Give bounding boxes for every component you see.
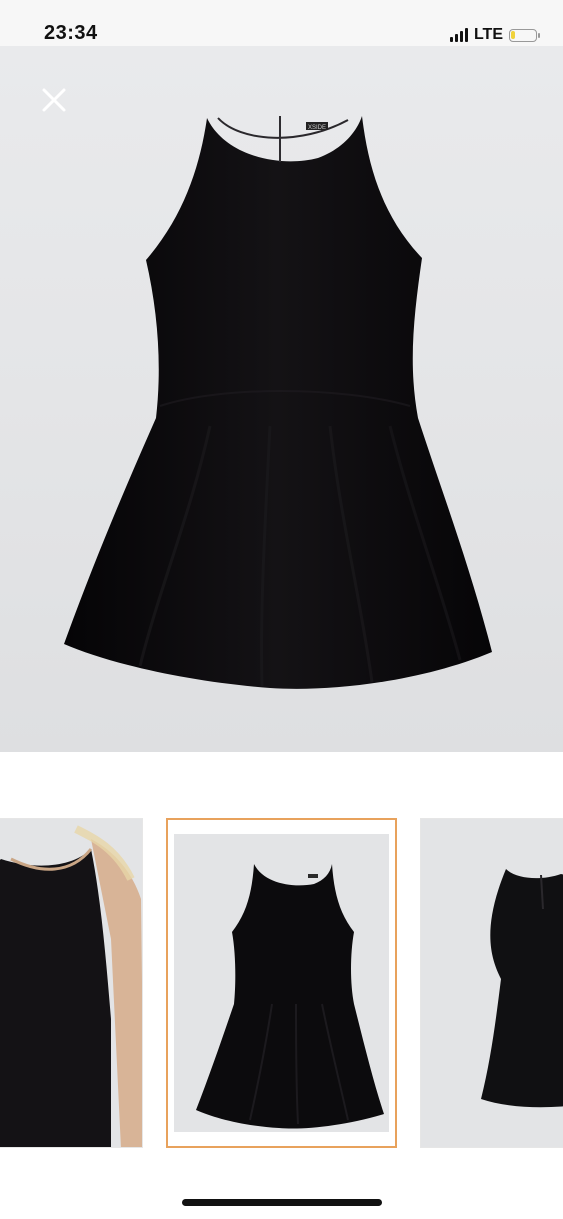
thumbnail-dress-back[interactable]	[420, 818, 563, 1148]
thumbnail-dress-front[interactable]	[166, 818, 397, 1148]
thumbnail-model[interactable]	[0, 818, 143, 1148]
home-indicator[interactable]	[182, 1199, 382, 1206]
product-main-image[interactable]: XSIDE	[0, 46, 563, 752]
close-icon	[42, 88, 66, 112]
thumbnail-strip	[0, 818, 563, 1148]
close-button[interactable]	[40, 86, 68, 114]
status-bar: 23:34 LTE	[0, 0, 563, 46]
dress-front-image: XSIDE	[64, 116, 492, 689]
network-type: LTE	[473, 26, 503, 43]
brand-label: XSIDE	[308, 125, 326, 131]
dress-body	[64, 116, 492, 689]
battery-level	[511, 30, 515, 39]
battery-icon	[509, 28, 540, 42]
signal-bars-icon	[449, 28, 468, 42]
status-time: 23:34	[44, 22, 98, 44]
status-indicators: LTE	[449, 26, 540, 44]
